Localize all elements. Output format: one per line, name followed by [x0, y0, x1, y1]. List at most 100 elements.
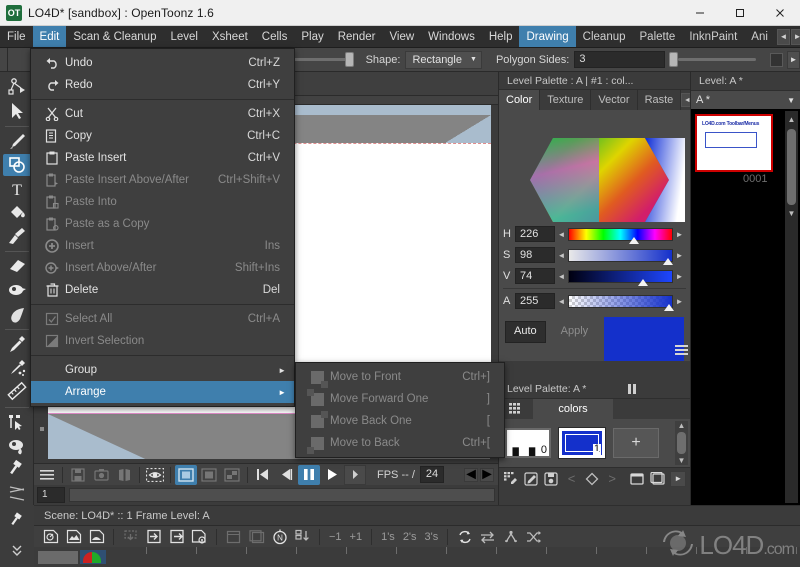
polygon-slider[interactable] — [668, 51, 756, 68]
menu-item-insert-above-after[interactable]: Insert Above/After Shift+Ins — [31, 257, 294, 279]
value-field[interactable]: 74 — [515, 268, 555, 284]
alpha-field[interactable]: 255 — [515, 293, 555, 309]
color-wheel[interactable] — [499, 110, 690, 222]
pause-icon[interactable] — [628, 384, 637, 394]
menu-item-copy[interactable]: Copy Ctrl+C — [31, 125, 294, 147]
hue-dec-arrow[interactable]: ◄ — [555, 230, 568, 239]
import-icon[interactable] — [143, 528, 164, 546]
new-toonz-raster-level-icon[interactable] — [63, 528, 84, 546]
room-prev-arrow[interactable]: ◄ — [776, 28, 790, 45]
alpha-slider[interactable] — [568, 294, 674, 311]
new-style-icon[interactable] — [503, 471, 518, 487]
tab-vector[interactable]: Vector — [591, 90, 638, 110]
saturation-slider[interactable] — [568, 248, 673, 265]
level-combo[interactable]: A * ▼ — [691, 90, 800, 109]
value-dec-arrow[interactable]: ◄ — [555, 272, 568, 281]
menu-scan-cleanup[interactable]: Scan & Cleanup — [66, 26, 163, 47]
menu-item-insert[interactable]: Insert Ins — [31, 235, 294, 257]
duplicate-drawing-icon[interactable] — [246, 528, 267, 546]
tab-raster[interactable]: Raste — [638, 90, 682, 110]
fill-tool[interactable] — [3, 201, 31, 224]
menu-windows[interactable]: Windows — [421, 26, 482, 47]
step-2s-button[interactable]: 2's — [400, 531, 420, 543]
field-guide-icon[interactable] — [198, 465, 220, 485]
step-minus-one-button[interactable]: −1 — [326, 531, 345, 543]
style-chip[interactable]: 1 — [558, 427, 606, 459]
maximize-icon[interactable] — [720, 0, 760, 26]
tab-texture[interactable]: Texture — [540, 90, 592, 110]
reverse-icon[interactable] — [500, 528, 521, 546]
auto-button[interactable]: Auto — [505, 321, 546, 343]
options-more-arrow[interactable]: ► — [786, 50, 800, 69]
export-icon[interactable] — [166, 528, 187, 546]
menu-item-move-to-back[interactable]: Move to Back Ctrl+[ — [296, 432, 504, 454]
save-icon[interactable] — [67, 465, 89, 485]
play-icon[interactable] — [321, 465, 343, 485]
menu-xsheet[interactable]: Xsheet — [205, 26, 255, 47]
fps-up-arrow[interactable]: ► — [479, 466, 495, 483]
menu-item-paste-insert-above-after[interactable]: Paste Insert Above/After Ctrl+Shift+V — [31, 169, 294, 191]
xsheet-cell[interactable] — [38, 550, 78, 564]
safe-area-icon[interactable] — [175, 464, 197, 485]
room-tab-inknpaint[interactable]: InknPaint — [682, 26, 744, 47]
room-tab-drawing[interactable]: Drawing — [519, 26, 576, 47]
snapshot-icon[interactable] — [90, 465, 112, 485]
swing-icon[interactable] — [477, 528, 498, 546]
hue-field[interactable]: 226 — [515, 226, 555, 242]
value-slider[interactable] — [568, 269, 673, 286]
pinch-tool[interactable] — [3, 434, 31, 457]
value-inc-arrow[interactable]: ► — [673, 272, 686, 281]
menu-render[interactable]: Render — [331, 26, 383, 47]
minimize-icon[interactable] — [680, 0, 720, 26]
finger-tool[interactable] — [3, 302, 31, 325]
pause-icon[interactable] — [298, 464, 320, 485]
smart-raster-brush-tool[interactable] — [3, 225, 31, 248]
room-tab-palette[interactable]: Palette — [633, 26, 683, 47]
menu-item-paste-into[interactable]: Paste Into — [31, 191, 294, 213]
style-picker-tool[interactable] — [3, 333, 31, 356]
new-note-icon[interactable] — [223, 528, 244, 546]
menu-item-move-forward-one[interactable]: Move Forward One ] — [296, 388, 504, 410]
pump-tool-bottom[interactable] — [3, 507, 31, 535]
compare-icon[interactable] — [113, 465, 135, 485]
pump-tool[interactable] — [3, 458, 31, 481]
menu-play[interactable]: Play — [294, 26, 330, 47]
histogram-icon[interactable] — [221, 465, 243, 485]
ruler-tool[interactable] — [3, 380, 31, 403]
scroll-down-arrow[interactable]: ▼ — [678, 456, 686, 465]
menu-item-undo[interactable]: Undo Ctrl+Z — [31, 52, 294, 74]
fps-down-arrow[interactable]: ◄ — [463, 466, 479, 483]
saturation-inc-arrow[interactable]: ► — [673, 251, 686, 260]
random-icon[interactable] — [523, 528, 544, 546]
animate-tool[interactable] — [3, 76, 31, 99]
current-frame-field[interactable]: 1 — [37, 487, 65, 503]
menu-edit[interactable]: Edit — [32, 26, 67, 47]
autorenumber-icon[interactable]: N — [269, 528, 290, 546]
options-grip[interactable] — [0, 47, 8, 72]
prev-frame-icon[interactable] — [275, 465, 297, 485]
geometric-tool[interactable] — [2, 153, 31, 177]
tape-tool[interactable] — [3, 279, 31, 302]
new-raster-level-icon[interactable] — [86, 528, 107, 546]
eraser-tool[interactable] — [3, 255, 31, 278]
fps-field[interactable]: 24 — [419, 466, 445, 483]
scan-settings-icon[interactable] — [189, 528, 210, 546]
collapse-icon[interactable] — [292, 528, 313, 546]
room-tab-ani[interactable]: Ani — [744, 26, 775, 47]
palette-page-tab-colors[interactable]: colors — [533, 399, 613, 419]
key-icon[interactable] — [584, 471, 599, 487]
alpha-dec-arrow[interactable]: ◄ — [555, 297, 568, 306]
step-plus-one-button[interactable]: +1 — [347, 531, 366, 543]
magnet-tool[interactable] — [3, 482, 31, 505]
shape-combo[interactable]: Rectangle ▼ — [405, 50, 482, 69]
onion-skin-icon[interactable] — [144, 465, 166, 485]
style-chip[interactable]: 0 — [505, 428, 551, 458]
new-vector-level-icon[interactable] — [40, 528, 61, 546]
duplicate-page-icon[interactable] — [650, 471, 665, 487]
menu-cells[interactable]: Cells — [255, 26, 295, 47]
palette-options-icon[interactable] — [675, 345, 688, 357]
menu-item-delete[interactable]: Delete Del — [31, 279, 294, 301]
level-strip-frames[interactable]: LO4D.com Toolbar/Menus 0001 ▲ ▼ — [691, 109, 800, 505]
menu-item-arrange[interactable]: Arrange ► — [31, 381, 294, 403]
scroll-up-arrow[interactable]: ▲ — [678, 421, 686, 430]
